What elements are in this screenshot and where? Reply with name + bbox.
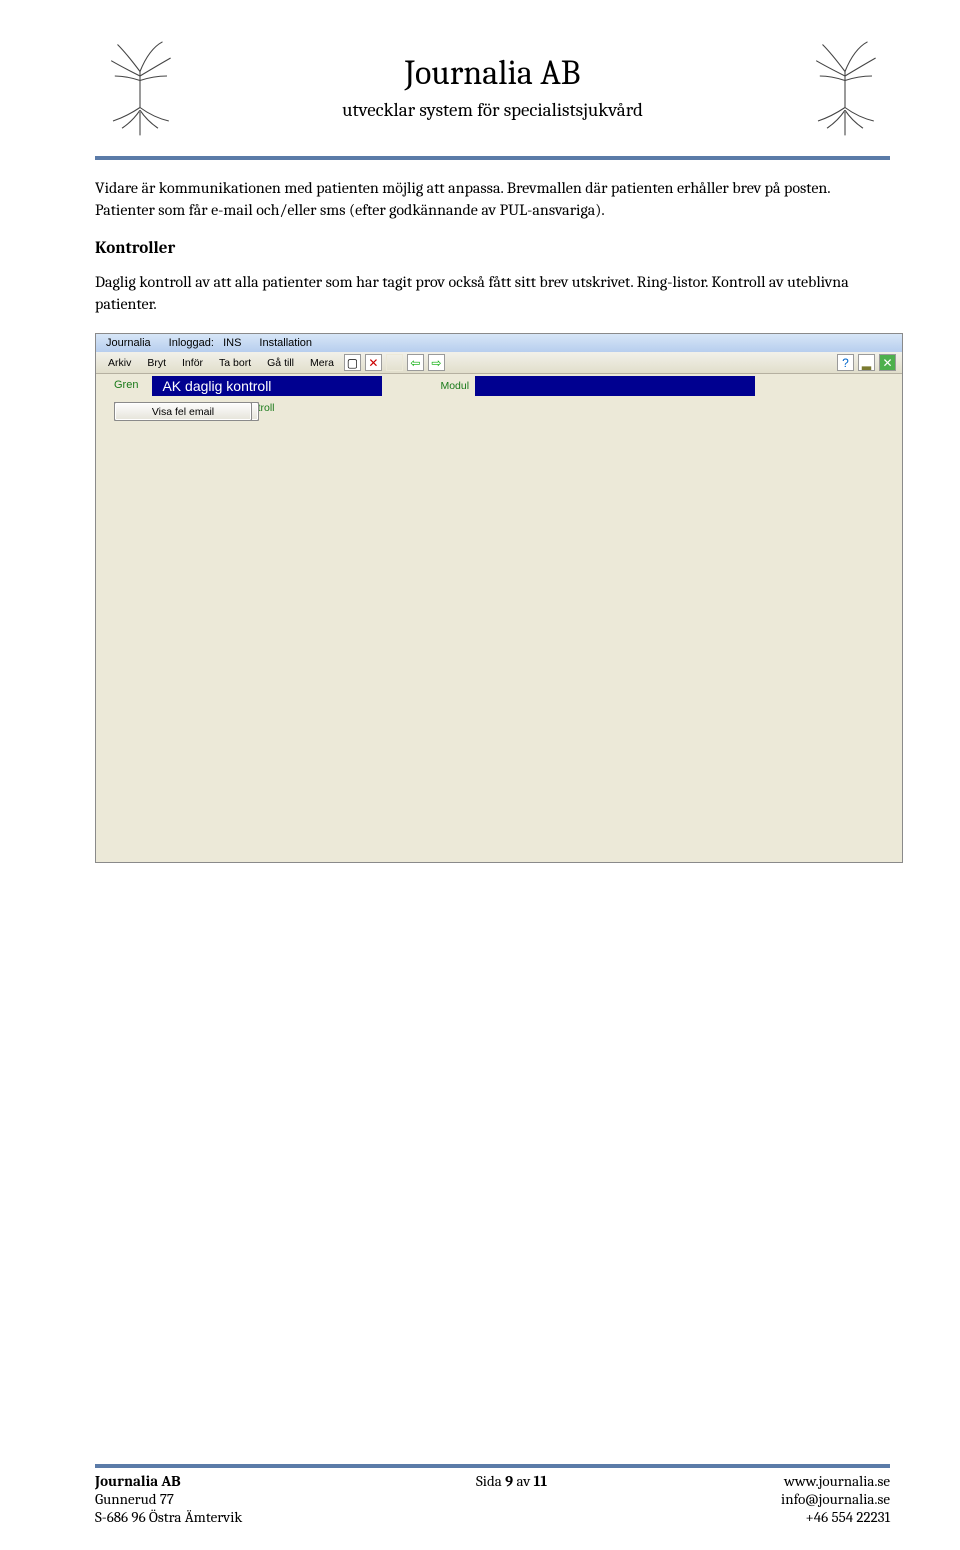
footer-address2: S-686 96 Östra Ämtervik [95, 1508, 242, 1526]
arrow-right-icon[interactable]: ⇨ [428, 354, 445, 371]
close-icon[interactable]: ✕ [879, 354, 896, 371]
tagline: utvecklar system för specialistsjukvård [205, 99, 780, 121]
logo-left [95, 30, 185, 144]
close-x-icon[interactable]: ✕ [365, 354, 382, 371]
modul-label: Modul [440, 376, 469, 396]
menu-gatill[interactable]: Gå till [261, 356, 300, 370]
footer-url: www.journalia.se [781, 1472, 890, 1490]
modul-value [475, 376, 755, 396]
document-header: Journalia AB utvecklar system för specia… [95, 30, 890, 160]
footer-email: info@journalia.se [781, 1490, 890, 1508]
app-screenshot: Journalia Inloggad: INS Installation Ark… [95, 333, 903, 863]
footer-company: Journalia AB [95, 1472, 242, 1490]
footer-address1: Gunnerud 77 [95, 1490, 242, 1508]
menu-arkiv[interactable]: Arkiv [102, 356, 137, 370]
arrow-left-icon[interactable]: ⇦ [407, 354, 424, 371]
footer-phone: +46 554 22231 [781, 1508, 890, 1526]
page-number: Sida 9 av 11 [476, 1472, 547, 1490]
visa-fel-email-button[interactable]: Visa fel email [114, 402, 252, 421]
doc-icon[interactable]: ▢ [344, 354, 361, 371]
minimize-icon[interactable]: ▂ [858, 354, 875, 371]
page-footer: Journalia AB Gunnerud 77 S-686 96 Östra … [95, 1464, 890, 1526]
gren-value: AK daglig kontroll [152, 376, 382, 396]
menu-infor[interactable]: Inför [176, 356, 209, 370]
module-band: Gren AK daglig kontroll Modul [96, 374, 902, 396]
company-name: Journalia AB [205, 53, 780, 93]
app-name: Journalia [106, 337, 151, 349]
titlebar: Journalia Inloggad: INS Installation [96, 334, 902, 352]
menubar[interactable]: Arkiv Bryt Inför Ta bort Gå till Mera ▢ … [96, 352, 902, 374]
paragraph-1: Vidare är kommunikationen med patienten … [95, 178, 890, 221]
gren-label: Gren [114, 376, 146, 396]
help-icon[interactable]: ? [837, 354, 854, 371]
menu-mera[interactable]: Mera [304, 356, 340, 370]
paragraph-2: Daglig kontroll av att alla patienter so… [95, 272, 890, 315]
logo-right [800, 30, 890, 144]
section-heading: Kontroller [95, 239, 890, 258]
menu-tabort[interactable]: Ta bort [213, 356, 257, 370]
menu-bryt[interactable]: Bryt [141, 356, 172, 370]
